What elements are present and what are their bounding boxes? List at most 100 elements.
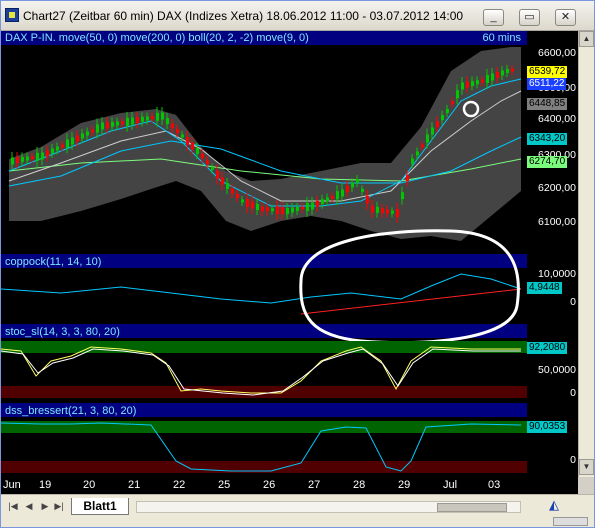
dss-tick: 0 <box>570 454 576 466</box>
candle <box>171 123 174 129</box>
candle <box>126 117 129 126</box>
resize-grip-icon[interactable] <box>553 517 588 526</box>
horizontal-scrollbar[interactable] <box>136 501 521 513</box>
horizontal-scroll-thumb[interactable] <box>437 503 507 512</box>
candle <box>351 182 354 188</box>
candle <box>111 121 114 127</box>
drawing-tool-icon[interactable]: ◭ <box>539 495 569 515</box>
date-label: 19 <box>39 479 52 491</box>
candle <box>511 68 514 72</box>
candle <box>141 116 144 122</box>
candle <box>81 133 84 139</box>
chart-area[interactable]: DAX P-IN. move(50, 0) move(200, 0) boll(… <box>1 31 578 477</box>
next-sheet-icon[interactable]: ▶ <box>39 499 51 513</box>
stoc-oversold-zone <box>1 386 527 398</box>
candle <box>191 142 194 150</box>
price-tick: 6600,00 <box>538 47 576 59</box>
candle <box>446 109 449 113</box>
candle <box>151 116 154 120</box>
candle <box>41 152 44 160</box>
candle <box>256 204 259 210</box>
candle <box>336 191 339 200</box>
candle <box>231 188 234 194</box>
vertical-scrollbar[interactable]: ▲ ▼ <box>578 31 594 477</box>
candle <box>186 137 189 145</box>
candle <box>121 121 124 125</box>
candle <box>501 70 504 76</box>
scroll-down-icon[interactable]: ▼ <box>579 459 594 475</box>
candle <box>11 157 14 165</box>
date-label: 03 <box>488 479 501 491</box>
candle <box>271 208 274 212</box>
candle <box>46 150 49 157</box>
coppock-tick: 10,0000 <box>538 268 576 280</box>
candle <box>386 209 389 214</box>
close-button[interactable]: ✕ <box>555 9 576 26</box>
candle <box>216 170 219 179</box>
minimize-button[interactable]: _ <box>483 9 504 26</box>
candle <box>431 127 434 135</box>
date-label: 27 <box>308 479 321 491</box>
last-price-tag: 6539,72 <box>527 66 568 78</box>
candle <box>66 139 69 148</box>
candle <box>211 167 214 170</box>
candle <box>506 69 509 73</box>
last-sheet-icon[interactable]: ▶| <box>53 499 65 513</box>
date-axis: Jun 19 20 21 22 25 26 27 28 29 Jul 03 <box>1 477 578 494</box>
candle <box>106 122 109 129</box>
candle <box>356 179 359 183</box>
restore-button[interactable]: ▭ <box>519 9 540 26</box>
date-label: 26 <box>263 479 276 491</box>
candle <box>436 121 439 128</box>
candle <box>326 197 329 202</box>
candle <box>196 148 199 154</box>
boll-mid-tag: 6448,85 <box>527 98 568 110</box>
stoc-panel-label: stoc_sl(14, 3, 3, 80, 20) <box>5 326 120 338</box>
candle <box>481 79 484 83</box>
candle <box>281 207 284 215</box>
ma9-tag: 6511,22 <box>527 78 567 90</box>
candle <box>291 207 294 213</box>
scroll-up-icon[interactable]: ▲ <box>579 31 594 47</box>
candle <box>406 175 409 182</box>
date-label: 22 <box>173 479 186 491</box>
candle <box>136 117 139 124</box>
candle <box>241 199 244 203</box>
stoc-tick: 50,0000 <box>538 364 576 376</box>
candle <box>36 152 39 161</box>
candle <box>376 206 379 213</box>
candle <box>496 72 499 78</box>
candle <box>411 158 414 164</box>
candle <box>416 151 419 156</box>
date-label: Jun <box>3 479 21 491</box>
sheet-tab-blatt1[interactable]: Blatt1 <box>71 498 129 515</box>
title-bar[interactable]: Chart27 (Zeitbar 60 min) DAX (Indizes Xe… <box>1 1 594 31</box>
candle <box>461 82 464 90</box>
candle <box>286 208 289 214</box>
candle <box>321 199 324 205</box>
first-sheet-icon[interactable]: |◀ <box>7 499 19 513</box>
candle <box>21 156 24 162</box>
candle <box>201 153 204 159</box>
date-label: 21 <box>128 479 141 491</box>
candle <box>226 183 229 189</box>
candle <box>76 135 79 142</box>
candle <box>331 195 334 199</box>
date-label: 28 <box>353 479 366 491</box>
candle <box>276 206 279 215</box>
candle <box>266 207 269 212</box>
prev-sheet-icon[interactable]: ◀ <box>23 499 35 513</box>
price-panel-header: DAX P-IN. move(50, 0) move(200, 0) boll(… <box>1 31 527 45</box>
candle <box>61 144 64 148</box>
candle <box>346 186 349 192</box>
candle <box>311 202 314 210</box>
candle <box>371 205 374 213</box>
coppock-value-tag: 4,9448 <box>527 282 562 294</box>
candle <box>301 206 304 210</box>
candle <box>306 203 309 211</box>
candle <box>401 192 404 200</box>
candle <box>91 129 94 133</box>
coppock-line <box>1 273 522 304</box>
price-panel-label: DAX P-IN. move(50, 0) move(200, 0) boll(… <box>5 32 309 44</box>
price-tick: 6100,00 <box>538 216 576 228</box>
